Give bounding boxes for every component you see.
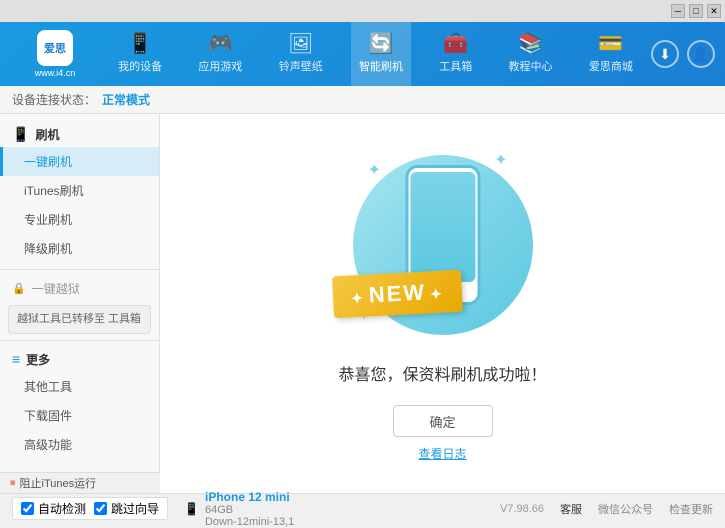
itunes-notice-text[interactable]: 阻止iTunes运行 — [20, 475, 97, 491]
nav-tutorial-label: 教程中心 — [509, 58, 553, 74]
sidebar-divider-1 — [0, 269, 159, 270]
sidebar-section-flash: 📱 刷机 — [0, 122, 159, 147]
nav-smart-flash-icon: 🔄 — [369, 34, 394, 54]
nav-toolbox-label: 工具箱 — [439, 58, 472, 74]
sidebar-item-itunes-flash[interactable]: iTunes刷机 — [0, 176, 159, 205]
nav-items: 📱 我的设备 🎮 应用游戏 🖼 铃声壁纸 🔄 智能刷机 🧰 工具箱 📚 教程中心… — [100, 22, 651, 86]
sparkle-icon-1: ✦ — [368, 160, 381, 180]
wechat-link[interactable]: 微信公众号 — [598, 501, 653, 517]
auto-detect-label: 自动检测 — [38, 500, 86, 517]
version-text: V7.98.66 — [500, 503, 544, 515]
download-button[interactable]: ⬇ — [651, 40, 679, 68]
nav-actions: ⬇ 👤 — [651, 40, 715, 68]
lock-icon: 🔒 — [12, 282, 26, 295]
auto-detect-checkbox-label[interactable]: 自动检测 — [21, 500, 86, 517]
header: 爱思 www.i4.cn 📱 我的设备 🎮 应用游戏 🖼 铃声壁纸 🔄 智能刷机… — [0, 22, 725, 86]
skip-wizard-checkbox-label[interactable]: 跳过向导 — [94, 500, 159, 517]
jailbreak-label: 一键越狱 — [32, 280, 80, 297]
nav-apps-games-icon: 🎮 — [208, 34, 233, 54]
device-icon: 📱 — [184, 502, 199, 516]
phone-screen — [410, 172, 475, 282]
main-layout: 📱 刷机 一键刷机 iTunes刷机 专业刷机 降级刷机 🔒 一键越狱 越狱工具… — [0, 114, 725, 493]
customer-service-link[interactable]: 客服 — [560, 501, 582, 517]
device-storage: 64GB — [205, 504, 294, 516]
sidebar-item-other-tools[interactable]: 其他工具 — [0, 372, 159, 401]
nav-smart-flash-label: 智能刷机 — [359, 58, 403, 74]
nav-tutorial[interactable]: 📚 教程中心 — [501, 22, 561, 86]
auto-detect-checkbox[interactable] — [21, 502, 34, 515]
nav-my-device[interactable]: 📱 我的设备 — [110, 22, 170, 86]
nav-tutorial-icon: 📚 — [518, 34, 543, 54]
user-button[interactable]: 👤 — [687, 40, 715, 68]
notice-text: 越狱工具已转移至 工具箱 — [17, 313, 141, 325]
itunes-notice-icon: ⏹ — [10, 477, 16, 490]
maximize-button[interactable]: □ — [689, 4, 703, 18]
status-label: 设备连接状态： — [12, 91, 96, 108]
success-message: 恭喜您，保资料刷机成功啦！ — [338, 361, 546, 385]
sidebar-item-pro-flash[interactable]: 专业刷机 — [0, 205, 159, 234]
bottom-bar: 自动检测 跳过向导 📱 iPhone 12 mini 64GB Down-12m… — [0, 493, 725, 523]
nav-wallpaper-icon: 🖼 — [288, 34, 313, 54]
nav-shop[interactable]: 💳 爱思商城 — [581, 22, 641, 86]
minimize-button[interactable]: ─ — [671, 4, 685, 18]
device-model: Down-12mini-13,1 — [205, 516, 294, 528]
new-badge: NEW — [331, 270, 462, 319]
more-section-label: 更多 — [26, 351, 50, 368]
confirm-button[interactable]: 确定 — [393, 405, 493, 437]
logo-area: 爱思 www.i4.cn — [10, 30, 100, 78]
device-info: 📱 iPhone 12 mini 64GB Down-12mini-13,1 — [184, 490, 294, 528]
logo-icon: 爱思 — [37, 30, 73, 66]
device-details-block: iPhone 12 mini 64GB Down-12mini-13,1 — [205, 490, 294, 528]
sidebar-item-one-click-flash[interactable]: 一键刷机 — [0, 147, 159, 176]
logo-text: 爱思 — [44, 40, 66, 56]
sparkle-icon-2: ✦ — [494, 150, 507, 170]
nav-toolbox[interactable]: 🧰 工具箱 — [431, 22, 480, 86]
skip-wizard-label: 跳过向导 — [111, 500, 159, 517]
title-bar: ─ □ ✕ — [0, 0, 725, 22]
jailbreak-notice: 越狱工具已转移至 工具箱 — [8, 305, 151, 334]
device-name: iPhone 12 mini — [205, 490, 294, 504]
skip-wizard-checkbox[interactable] — [94, 502, 107, 515]
phone-illustration: ✦ ✦ ✦ NEW — [343, 145, 543, 345]
sidebar-item-downgrade-flash[interactable]: 降级刷机 — [0, 234, 159, 263]
nav-my-device-label: 我的设备 — [118, 58, 162, 74]
nav-shop-label: 爱思商城 — [589, 58, 633, 74]
sidebar-divider-2 — [0, 340, 159, 341]
nav-smart-flash[interactable]: 🔄 智能刷机 — [351, 22, 411, 86]
sidebar-item-download-firmware[interactable]: 下载固件 — [0, 401, 159, 430]
flash-section-label: 刷机 — [35, 126, 59, 143]
nav-apps-games-label: 应用游戏 — [198, 58, 242, 74]
log-link[interactable]: 查看日志 — [418, 445, 466, 462]
nav-toolbox-icon: 🧰 — [443, 34, 468, 54]
more-section-icon: ≡ — [12, 351, 20, 367]
sidebar-jailbreak-section: 🔒 一键越狱 — [0, 276, 159, 301]
nav-wallpaper[interactable]: 🖼 铃声壁纸 — [271, 22, 331, 86]
logo-url: www.i4.cn — [35, 68, 76, 78]
sidebar-section-more: ≡ 更多 — [0, 347, 159, 372]
flash-section-icon: 📱 — [12, 126, 29, 143]
sidebar: 📱 刷机 一键刷机 iTunes刷机 专业刷机 降级刷机 🔒 一键越狱 越狱工具… — [0, 114, 160, 493]
nav-wallpaper-label: 铃声壁纸 — [279, 58, 323, 74]
content-area: ✦ ✦ ✦ NEW 恭喜您，保资料刷机成功啦！ 确定 查看日志 — [160, 114, 725, 493]
sidebar-item-advanced[interactable]: 高级功能 — [0, 430, 159, 459]
check-update-link[interactable]: 检查更新 — [669, 501, 713, 517]
bottom-right: V7.98.66 客服 微信公众号 检查更新 — [500, 501, 713, 517]
bottom-left: 自动检测 跳过向导 📱 iPhone 12 mini 64GB Down-12m… — [12, 490, 294, 528]
nav-apps-games[interactable]: 🎮 应用游戏 — [190, 22, 250, 86]
status-value: 正常模式 — [102, 91, 150, 108]
status-bar: 设备连接状态： 正常模式 — [0, 86, 725, 114]
action-buttons: 确定 查看日志 — [393, 405, 493, 462]
nav-shop-icon: 💳 — [598, 34, 623, 54]
nav-my-device-icon: 📱 — [128, 34, 153, 54]
close-button[interactable]: ✕ — [707, 4, 721, 18]
